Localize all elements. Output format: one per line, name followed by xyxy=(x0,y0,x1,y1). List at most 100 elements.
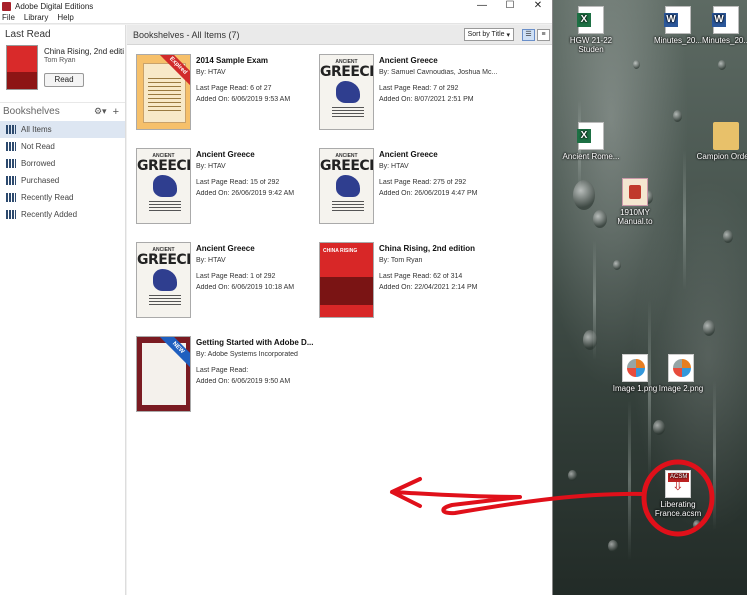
last-read-cover[interactable] xyxy=(6,45,38,90)
book-cover[interactable]: ANCIENT GREECE xyxy=(136,148,191,224)
book-title: Ancient Greece xyxy=(196,150,255,159)
desktop-icon-xls[interactable]: Ancient Rome... xyxy=(561,122,621,161)
book-cover[interactable]: ANCIENT GREECE xyxy=(319,54,374,130)
book-item[interactable]: ANCIENT GREECE Ancient Greece By: HTAV Last … xyxy=(136,242,316,322)
book-info: Ancient Greece By: HTAV Last Page Read: 27… xyxy=(379,150,499,201)
grid-view-icon: ≡ xyxy=(541,30,546,38)
sort-dropdown[interactable]: Sort by Title ▾ xyxy=(463,28,514,41)
raindrop-decoration xyxy=(573,180,595,210)
shelf-label: Borrowed xyxy=(21,159,56,168)
desktop-icon-label: Campion Orders xyxy=(696,152,747,161)
book-added-on: Added On: 6/06/2019 10:18 AM xyxy=(196,284,295,291)
book-item[interactable]: ANCIENT GREECE Ancient Greece By: HTAV Last … xyxy=(136,148,316,228)
menu-library[interactable]: Library xyxy=(24,13,48,22)
book-item[interactable]: Expired 2014 Sample Exam By: HTAV Last Page… xyxy=(136,54,316,134)
last-read-title: China Rising, 2nd editi... xyxy=(44,47,124,56)
raindrop-decoration xyxy=(653,420,665,435)
read-button[interactable]: Read xyxy=(44,73,84,87)
sidebar-item-all-items[interactable]: All Items xyxy=(0,121,125,138)
book-title: Ancient Greece xyxy=(379,150,438,159)
desktop-icon-label: 1910MY Manual.to xyxy=(617,208,653,226)
desktop-icon-label: Minutes_20... xyxy=(701,36,747,45)
raindrop-decoration xyxy=(608,540,618,552)
desktop-icon-folder[interactable]: Campion Orders xyxy=(696,122,747,161)
bookshelf-icon xyxy=(6,193,16,202)
add-shelf-icon[interactable]: + xyxy=(113,106,119,118)
cover-text-lines xyxy=(332,201,364,213)
book-cover[interactable]: NEW xyxy=(136,336,191,412)
gear-icon[interactable]: ⚙▾ xyxy=(94,106,107,117)
book-added-on: Added On: 6/06/2019 9:50 AM xyxy=(196,378,291,385)
xls-file-icon xyxy=(577,6,604,34)
cover-text-lines xyxy=(149,295,181,307)
desktop-icon-pngi[interactable]: Image 2.png xyxy=(651,354,711,393)
library-title: Bookshelves - All Items (7) xyxy=(133,29,240,40)
book-author: By: Samuel Cavnoudias, Joshua Mc... xyxy=(379,69,498,76)
book-author: By: HTAV xyxy=(196,257,226,264)
bookshelf-icon xyxy=(6,210,16,219)
book-last-page: Last Page Read: 6 of 27 xyxy=(196,85,272,92)
raindrop-decoration xyxy=(673,110,682,122)
book-last-page: Last Page Read: 275 of 292 xyxy=(379,179,467,186)
sidebar-item-purchased[interactable]: Purchased xyxy=(0,172,125,189)
shelf-label: Purchased xyxy=(21,176,60,185)
desktop-icon-doc[interactable]: Minutes_20... xyxy=(696,6,747,45)
menu-help[interactable]: Help xyxy=(57,13,73,22)
rain-streak-decoration xyxy=(593,240,596,360)
doc-file-icon xyxy=(712,6,739,34)
sidebar-item-recently-read[interactable]: Recently Read xyxy=(0,189,125,206)
grid-view-button[interactable]: ≡ xyxy=(537,28,550,41)
book-author: By: Tom Ryan xyxy=(379,257,423,264)
book-info: Ancient Greece By: Samuel Cavnoudias, Jos… xyxy=(379,56,499,107)
bookshelves-heading: Bookshelves xyxy=(3,106,60,117)
book-title: China Rising, 2nd edition xyxy=(379,244,475,253)
book-title: Ancient Greece xyxy=(196,244,255,253)
raindrop-decoration xyxy=(703,320,715,336)
xls-file-icon xyxy=(577,122,604,150)
book-author: By: HTAV xyxy=(196,69,226,76)
desktop-icon-acsm[interactable]: Liberating France.acsm xyxy=(648,470,708,518)
shelf-label: All Items xyxy=(21,125,52,134)
book-item[interactable]: CHINA RISING China Rising, 2nd edition By:… xyxy=(319,242,499,322)
list-view-button[interactable]: ☰ xyxy=(522,28,535,41)
minimize-button[interactable]: — xyxy=(468,1,496,11)
book-item[interactable]: ANCIENT GREECE Ancient Greece By: HTAV Last … xyxy=(319,148,499,228)
book-added-on: Added On: 26/06/2019 4:47 PM xyxy=(379,190,478,197)
list-view-icon: ☰ xyxy=(525,30,532,38)
desktop-icon-xls[interactable]: HGW 21-22 Studen xyxy=(561,6,621,54)
desktop-icon-label: Image 2.png xyxy=(658,384,704,393)
cover-photo-band xyxy=(320,277,373,305)
sidebar-item-not-read[interactable]: Not Read xyxy=(0,138,125,155)
horse-rider-illustration xyxy=(336,81,360,103)
menu-file[interactable]: File xyxy=(2,13,15,22)
shelf-label: Not Read xyxy=(21,142,55,151)
last-read-heading: Last Read xyxy=(5,29,51,40)
library-header: Bookshelves - All Items (7) Sort by Titl… xyxy=(127,25,552,45)
close-button[interactable]: ✕ xyxy=(524,1,552,11)
bookshelf-icon xyxy=(6,176,16,185)
horse-rider-illustration xyxy=(153,175,177,197)
book-info: Ancient Greece By: HTAV Last Page Read: 15… xyxy=(196,150,316,201)
book-cover[interactable]: CHINA RISING xyxy=(319,242,374,318)
book-item[interactable]: NEW Getting Started with Adobe D... By: Ad… xyxy=(136,336,316,416)
maximize-button[interactable]: ☐ xyxy=(496,1,524,11)
sidebar-item-recently-added[interactable]: Recently Added xyxy=(0,206,125,223)
menu-bar: File Library Help xyxy=(0,12,552,24)
cover-title: GREECE xyxy=(320,158,374,174)
book-cover[interactable]: Expired xyxy=(136,54,191,130)
book-cover[interactable]: ANCIENT GREECE xyxy=(136,242,191,318)
book-added-on: Added On: 8/07/2021 2:51 PM xyxy=(379,96,474,103)
book-cover[interactable]: ANCIENT GREECE xyxy=(319,148,374,224)
book-last-page: Last Page Read: 1 of 292 xyxy=(196,273,276,280)
cover-title: CHINA RISING xyxy=(323,248,358,254)
book-author: By: Adobe Systems Incorporated xyxy=(196,351,298,358)
pngi-file-icon xyxy=(668,354,694,382)
desktop-icon-pdf[interactable]: 1910MY Manual.to xyxy=(605,178,665,226)
book-info: Getting Started with Adobe D... By: Adobe… xyxy=(196,338,316,389)
title-bar: Adobe Digital Editions — ☐ ✕ xyxy=(0,0,552,12)
shelf-label: Recently Read xyxy=(21,193,74,202)
sidebar-item-borrowed[interactable]: Borrowed xyxy=(0,155,125,172)
book-item[interactable]: ANCIENT GREECE Ancient Greece By: Samuel Ca… xyxy=(319,54,499,134)
book-last-page: Last Page Read: 7 of 292 xyxy=(379,85,459,92)
rain-streak-decoration xyxy=(628,400,631,560)
